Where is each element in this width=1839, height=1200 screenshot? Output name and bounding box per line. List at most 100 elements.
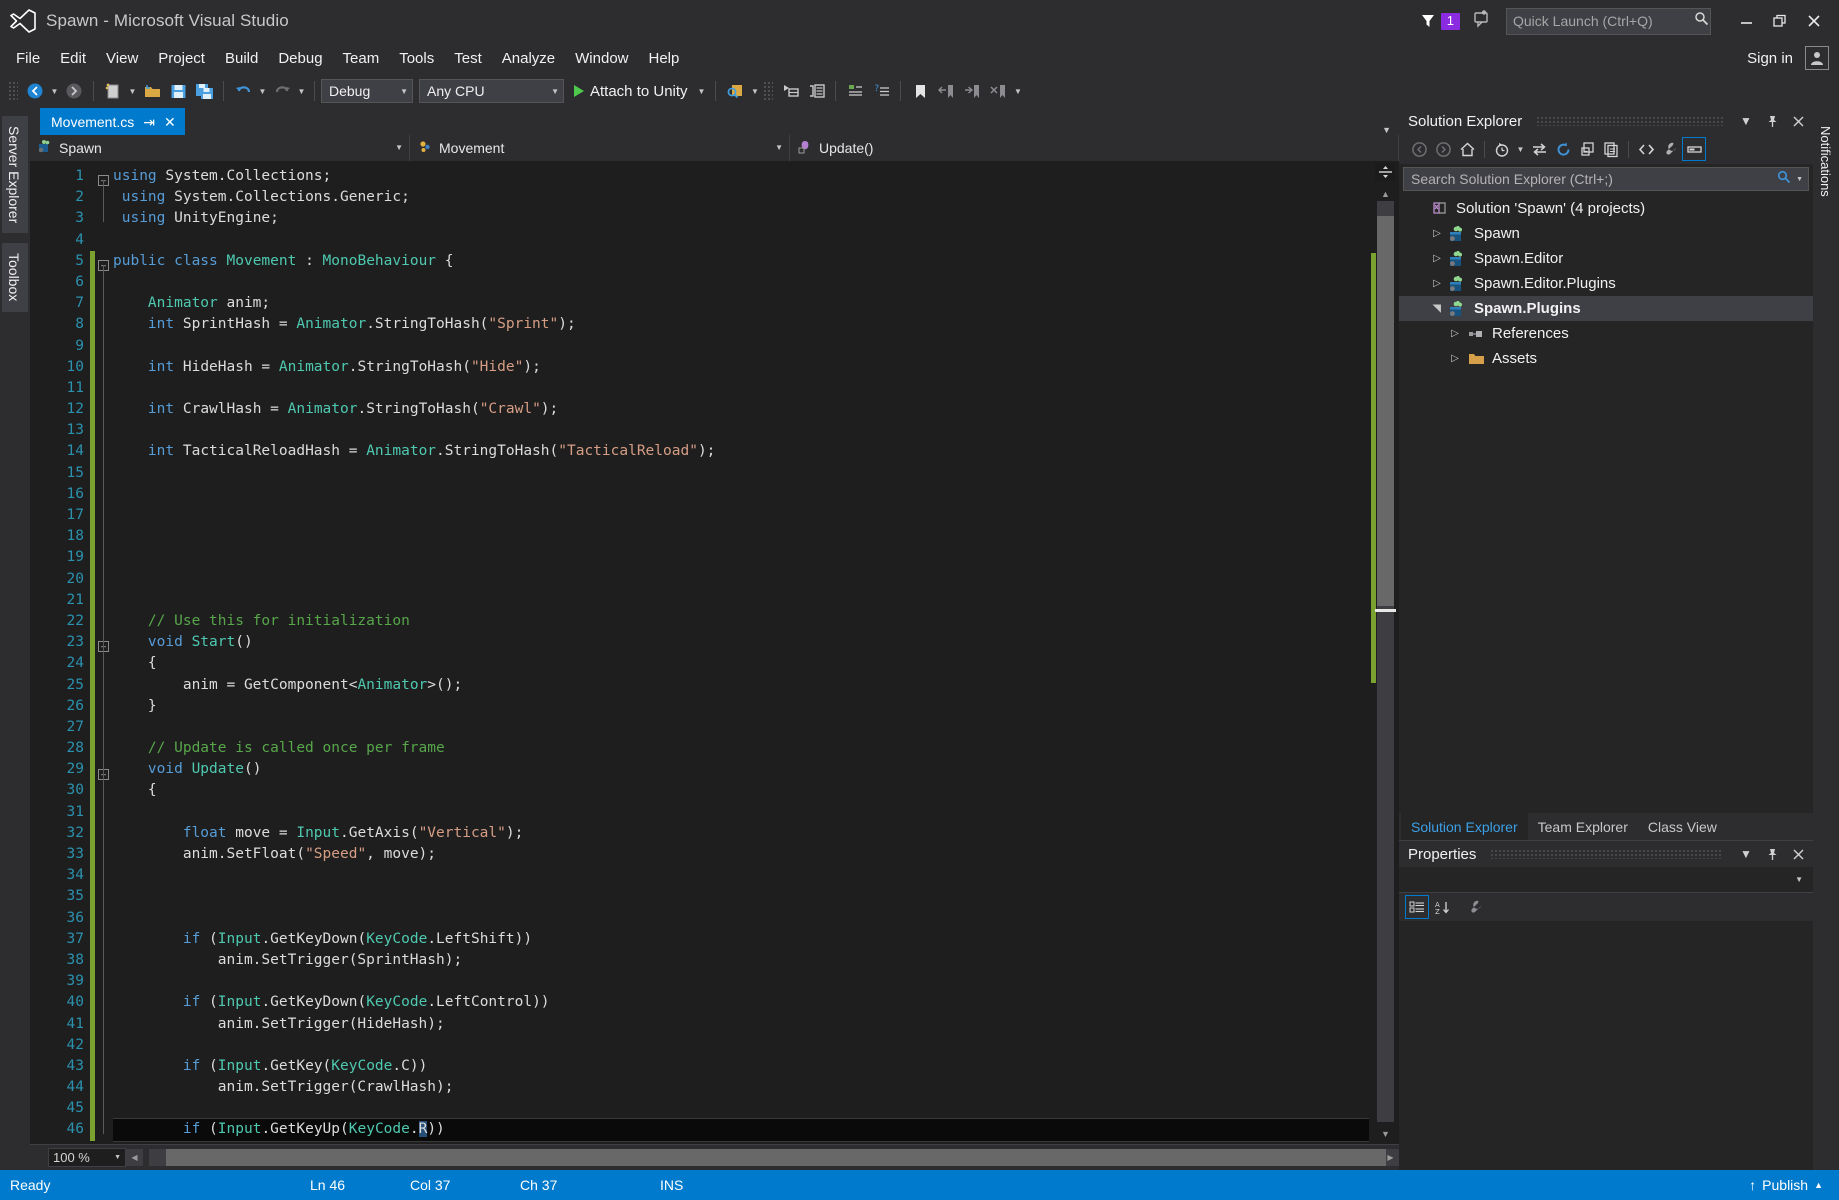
step-over-icon[interactable] — [803, 78, 829, 104]
menu-help[interactable]: Help — [639, 46, 690, 71]
code-line[interactable]: // Update is called once per frame — [113, 738, 1369, 759]
search-options-chevron-icon[interactable]: ▼ — [1791, 176, 1803, 183]
pending-changes-icon[interactable] — [1490, 137, 1514, 161]
code-line[interactable]: anim.SetTrigger(CrawlHash); — [113, 1077, 1369, 1098]
code-line[interactable]: } — [113, 696, 1369, 717]
tree-item-references[interactable]: ▷ References — [1399, 321, 1813, 346]
code-line[interactable] — [113, 336, 1369, 357]
next-bookmark-icon[interactable] — [959, 78, 985, 104]
pane-drag-dots[interactable] — [1490, 849, 1723, 859]
search-icon[interactable] — [1777, 170, 1791, 189]
code-line[interactable]: int TacticalReloadHash = Animator.String… — [113, 441, 1369, 462]
menu-debug[interactable]: Debug — [268, 46, 332, 71]
toolbar-overflow-icon[interactable]: ▼ — [1011, 78, 1024, 104]
expand-chevron-icon[interactable]: ▷ — [1445, 353, 1465, 364]
scroll-down-arrow[interactable]: ▼ — [1377, 1125, 1394, 1142]
code-line[interactable]: { — [113, 653, 1369, 674]
code-line[interactable] — [113, 230, 1369, 251]
code-line[interactable]: Animator anim; — [113, 293, 1369, 314]
code-line[interactable] — [113, 526, 1369, 547]
undo-icon[interactable] — [230, 78, 256, 104]
toolbox-tab[interactable]: Toolbox — [0, 243, 28, 312]
find-in-files-icon[interactable] — [722, 78, 748, 104]
tree-item-spawn-plugins[interactable]: ◢ Spawn.Plugins — [1399, 296, 1813, 321]
chevron-down-icon[interactable]: ▼ — [390, 87, 408, 96]
server-explorer-tab[interactable]: Server Explorer — [0, 116, 28, 234]
code-line[interactable]: using System.Collections; — [113, 166, 1369, 187]
editor-vertical-scrollbar[interactable]: ▲ ▼ — [1369, 161, 1399, 1144]
code-line[interactable] — [113, 569, 1369, 590]
scrollbar-thumb[interactable] — [1377, 216, 1394, 606]
code-line[interactable] — [113, 802, 1369, 823]
code-line[interactable]: int CrawlHash = Animator.StringToHash("C… — [113, 399, 1369, 420]
code-line[interactable]: if (Input.GetKeyDown(KeyCode.LeftControl… — [113, 992, 1369, 1013]
expand-chevron-icon[interactable]: ▷ — [1445, 328, 1465, 339]
find-dropdown-icon[interactable]: ▼ — [748, 78, 761, 104]
close-button[interactable] — [1797, 6, 1831, 36]
view-code-icon[interactable] — [1634, 137, 1658, 161]
split-view-button[interactable] — [1375, 163, 1395, 181]
code-line[interactable]: anim.SetTrigger(SprintHash); — [113, 950, 1369, 971]
outlining-margin[interactable]: –––– — [95, 161, 113, 1144]
step-into-icon[interactable] — [777, 78, 803, 104]
attach-to-unity-button[interactable]: Attach to Unity ▼ — [570, 83, 709, 100]
tab-solution-explorer[interactable]: Solution Explorer — [1401, 813, 1528, 840]
zoom-level-combo[interactable]: 100 % ▼ — [48, 1148, 126, 1167]
navigate-back-icon[interactable] — [22, 78, 48, 104]
code-line[interactable]: void Start() — [113, 632, 1369, 653]
chevron-down-icon[interactable]: ▼ — [1382, 125, 1391, 135]
pin-pane-icon[interactable] — [1763, 844, 1781, 864]
property-pages-icon[interactable] — [1463, 895, 1487, 919]
close-pane-icon[interactable] — [1789, 844, 1807, 864]
tree-item-spawn-editor-plugins[interactable]: ▷ Spawn.Editor.Plugins — [1399, 271, 1813, 296]
expand-chevron-icon[interactable]: ▷ — [1427, 228, 1447, 239]
code-line[interactable]: public class Movement : MonoBehaviour { — [113, 251, 1369, 272]
scroll-left-arrow[interactable]: ◀ — [126, 1149, 143, 1166]
menu-analyze[interactable]: Analyze — [492, 46, 565, 71]
pane-menu-icon[interactable]: ▼ — [1737, 844, 1755, 864]
code-line[interactable]: using UnityEngine; — [113, 208, 1369, 229]
code-line[interactable]: if (Input.GetKey(KeyCode.C)) — [113, 1056, 1369, 1077]
chevron-down-icon[interactable]: ▼ — [541, 87, 559, 96]
solution-explorer-search-box[interactable]: ▼ — [1403, 167, 1809, 191]
chevron-down-icon[interactable]: ▼ — [114, 1154, 121, 1161]
editor-horizontal-scrollbar[interactable] — [149, 1149, 1386, 1166]
scroll-up-arrow[interactable]: ▲ — [1377, 185, 1394, 202]
solution-platform-combo[interactable]: Any CPU ▼ — [419, 79, 564, 103]
properties-wrench-icon[interactable] — [1658, 137, 1682, 161]
redo-dropdown-icon[interactable]: ▼ — [295, 78, 308, 104]
menu-edit[interactable]: Edit — [50, 46, 96, 71]
chevron-down-icon[interactable]: ▼ — [1795, 875, 1803, 884]
navigation-type-combo[interactable]: Movement ▼ — [410, 134, 790, 161]
clear-bookmarks-icon[interactable] — [985, 78, 1011, 104]
close-pane-icon[interactable] — [1789, 111, 1807, 131]
expand-chevron-icon[interactable]: ▷ — [1427, 278, 1447, 289]
sign-in-link[interactable]: Sign in — [1747, 50, 1793, 67]
menu-tools[interactable]: Tools — [389, 46, 444, 71]
bookmark-icon[interactable] — [907, 78, 933, 104]
close-tab-icon[interactable]: ✕ — [164, 115, 176, 129]
comment-icon[interactable] — [842, 78, 868, 104]
hscroll-thumb[interactable] — [166, 1149, 1386, 1166]
quick-launch-box[interactable] — [1506, 7, 1711, 35]
tree-item-spawn-editor[interactable]: ▷ Spawn.Editor — [1399, 246, 1813, 271]
tab-strip-overflow[interactable]: ▼ — [1382, 125, 1399, 135]
undo-dropdown-icon[interactable]: ▼ — [256, 78, 269, 104]
code-line[interactable]: using System.Collections.Generic; — [113, 187, 1369, 208]
show-all-files-icon[interactable] — [1599, 137, 1623, 161]
menu-view[interactable]: View — [96, 46, 148, 71]
code-line[interactable]: anim.SetFloat("Speed", move); — [113, 844, 1369, 865]
tab-team-explorer[interactable]: Team Explorer — [1528, 813, 1638, 840]
code-line[interactable] — [113, 865, 1369, 886]
code-line[interactable]: int SprintHash = Animator.StringToHash("… — [113, 314, 1369, 335]
chevron-up-icon[interactable]: ▲ — [1814, 1180, 1823, 1190]
chevron-down-icon[interactable]: ▼ — [767, 143, 783, 152]
code-line[interactable] — [113, 484, 1369, 505]
redo-icon[interactable] — [269, 78, 295, 104]
previous-bookmark-icon[interactable] — [933, 78, 959, 104]
code-line[interactable] — [113, 463, 1369, 484]
open-file-icon[interactable] — [139, 78, 165, 104]
code-line[interactable] — [113, 505, 1369, 526]
code-line[interactable]: if (Input.GetKeyDown(KeyCode.LeftShift)) — [113, 929, 1369, 950]
properties-object-combo[interactable]: ▼ — [1399, 867, 1813, 893]
